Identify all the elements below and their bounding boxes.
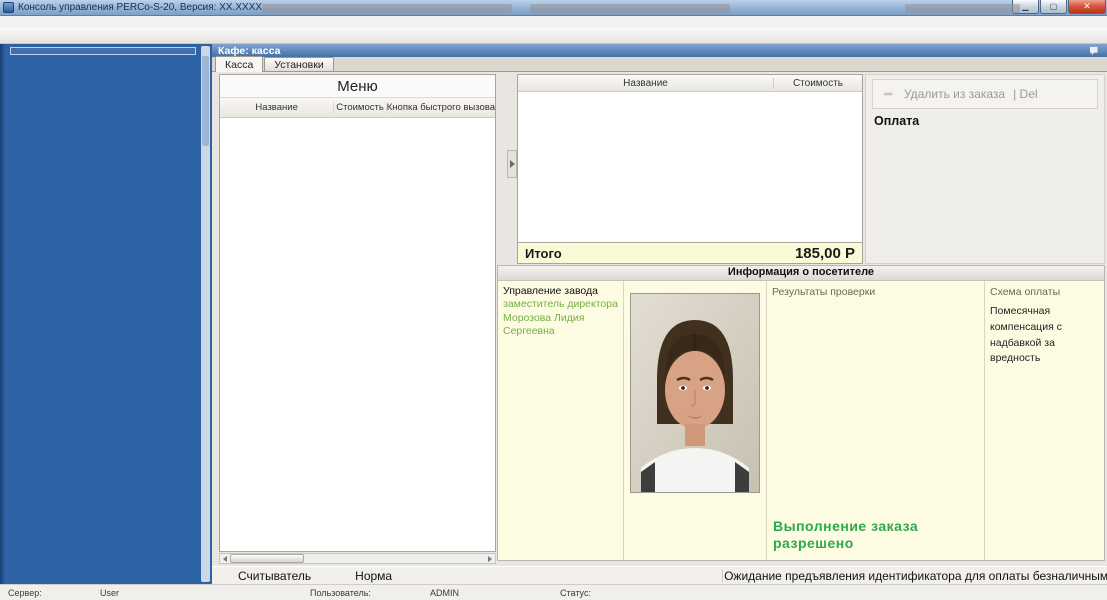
payment-scheme-text: Помесячная компенсация с надбавкой за вр… <box>990 304 1090 367</box>
maximize-button[interactable]: ▢ <box>1040 0 1067 14</box>
total-value: 185,00 Р <box>795 245 855 262</box>
payment-scheme-column: Схема оплаты Помесячная компенсация с на… <box>985 281 1104 560</box>
menu-tree <box>220 118 495 551</box>
panel-pin-icon[interactable] <box>1089 46 1101 56</box>
tab-ustanovki[interactable]: Установки <box>264 57 333 71</box>
section-header: Кафе: касса <box>212 44 1107 57</box>
navigation-sidebar <box>0 44 212 584</box>
payment-scheme-title: Схема оплаты <box>990 286 1099 298</box>
delete-button-hotkey: | Del <box>1013 87 1037 101</box>
redacted-text <box>530 4 730 13</box>
order-permission-status: Выполнение заказа разрешено <box>773 518 963 552</box>
menu-bar <box>0 16 1107 28</box>
column-hotkey[interactable]: Кнопка быстрого вызова <box>387 102 495 113</box>
redacted-text <box>262 4 512 13</box>
window-title: Консоль управления PERCo-S-20, Версия: X… <box>18 2 262 13</box>
visitor-photo-column <box>624 281 767 560</box>
cafe-subgroup <box>10 47 196 55</box>
order-rows <box>518 92 862 242</box>
visitor-name: Морозова Лидия Сергеевна <box>503 312 618 339</box>
menu-panel: Меню Название Стоимость Кнопка быстрого … <box>219 74 496 552</box>
titlebar: Консоль управления PERCo-S-20, Версия: X… <box>0 0 1107 16</box>
visitor-position: заместитель директора <box>503 298 618 312</box>
connection-footer: Сервер: User Пользователь: ADMIN Статус: <box>0 584 1107 600</box>
order-table: Название Стоимость Итого 185,00 Р <box>517 74 863 264</box>
column-name[interactable]: Название <box>220 102 334 113</box>
collapse-splitter-button[interactable] <box>507 150 517 178</box>
server-label: Сервер: <box>8 588 42 598</box>
payment-panel: Удалить из заказа | Del Оплата <box>865 74 1105 264</box>
order-table-header: Название Стоимость <box>518 75 862 92</box>
scroll-right-arrow[interactable] <box>488 556 492 562</box>
visitor-info-title: Информация о посетителе <box>498 266 1104 281</box>
tab-strip: Касса Установки <box>212 57 1107 72</box>
check-results-title: Результаты проверки <box>772 286 979 298</box>
scroll-left-arrow[interactable] <box>223 556 227 562</box>
menu-panel-title: Меню <box>220 75 495 98</box>
order-column-price[interactable]: Стоимость <box>773 78 862 89</box>
app-icon <box>3 2 14 13</box>
column-price[interactable]: Стоимость <box>334 102 386 113</box>
server-value: User <box>100 588 119 598</box>
payment-section-title: Оплата <box>874 114 1096 128</box>
total-label: Итого <box>525 246 562 261</box>
visitor-info-panel: Информация о посетителе Управление завод… <box>497 265 1105 561</box>
redacted-text <box>905 4 1020 13</box>
visitor-department: Управление завода <box>503 285 618 297</box>
statusbar-message: Ожидание предъявления идентификатора для… <box>724 569 1107 583</box>
reader-status: Норма <box>311 569 392 583</box>
check-results-column: Результаты проверки Выполнение заказа ра… <box>767 281 985 560</box>
visitor-identity-column: Управление завода заместитель директора … <box>498 281 624 560</box>
visitor-photo <box>630 293 760 493</box>
section-title: Кафе: касса <box>218 45 280 57</box>
close-button[interactable]: ✕ <box>1068 0 1106 14</box>
horizontal-scrollbar[interactable] <box>219 553 496 564</box>
content-body: Меню Название Стоимость Кнопка быстрого … <box>212 72 1107 566</box>
user-value: ADMIN <box>430 588 459 598</box>
user-label: Пользователь: <box>310 588 371 598</box>
right-arrow-icon <box>510 160 515 168</box>
scrollbar-thumb[interactable] <box>202 56 209 146</box>
menu-column-headers: Название Стоимость Кнопка быстрого вызов… <box>220 98 495 118</box>
main-toolbar <box>0 28 1107 44</box>
scrollbar-thumb[interactable] <box>230 554 304 563</box>
delete-from-order-button[interactable]: Удалить из заказа | Del <box>872 79 1098 109</box>
status-bar: Считыватель Норма Ожидание предъявления … <box>212 566 1107 584</box>
minus-icon <box>882 87 896 101</box>
reader-label: Считыватель <box>212 569 311 583</box>
order-column-name[interactable]: Название <box>518 78 773 89</box>
tab-kassa[interactable]: Касса <box>215 56 263 72</box>
order-total-row: Итого 185,00 Р <box>518 242 862 263</box>
app-window: Консоль управления PERCo-S-20, Версия: X… <box>0 0 1107 600</box>
sidebar-scrollbar[interactable] <box>201 46 210 582</box>
delete-button-label: Удалить из заказа <box>904 87 1005 101</box>
status-label: Статус: <box>560 588 591 598</box>
